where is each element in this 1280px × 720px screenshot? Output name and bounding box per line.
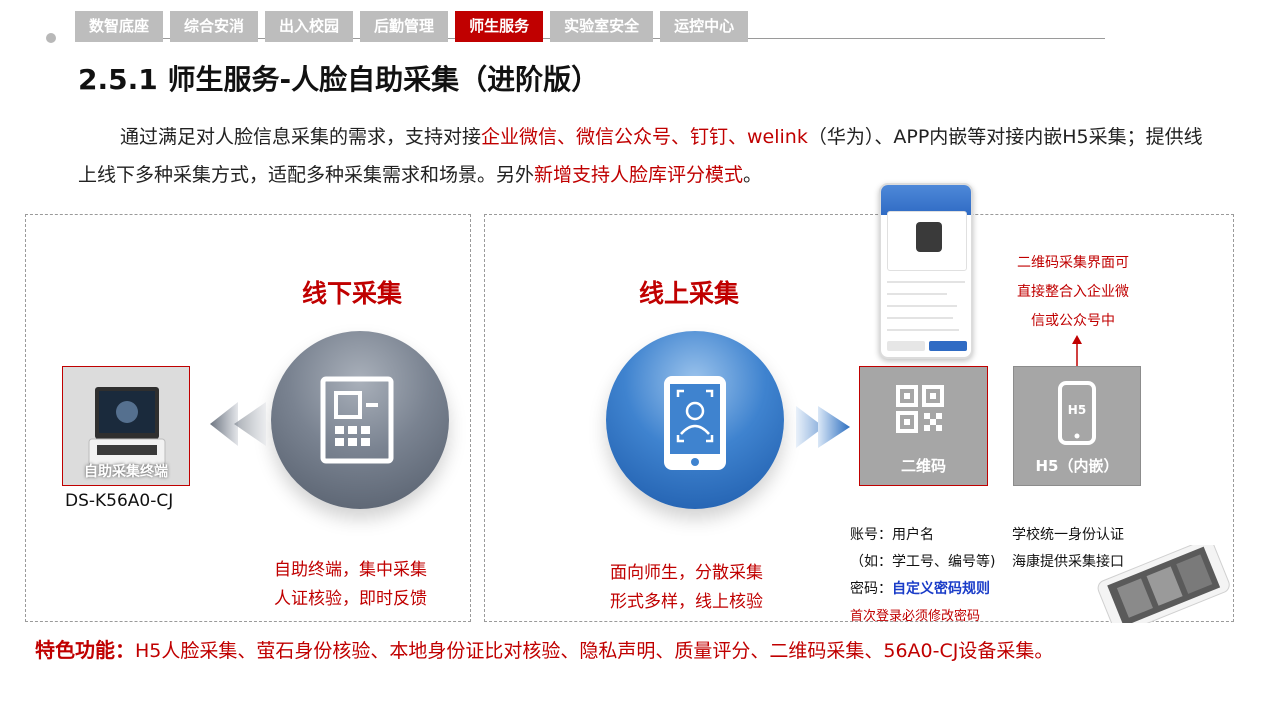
offline-caption-line1: 自助终端，集中采集 — [274, 560, 427, 580]
arrow-up-icon — [1072, 335, 1082, 366]
password-notice: 首次登录必须修改密码 — [850, 609, 981, 624]
phone-form-line — [887, 329, 959, 331]
intro-paragraph: 通过满足对人脸信息采集的需求，支持对接企业微信、微信公众号、钉钉、welink（… — [78, 118, 1208, 194]
phone-form-line — [887, 305, 957, 307]
qr-note-line1: 二维码采集界面可 — [1017, 255, 1129, 271]
qr-note-line2: 直接整合入企业微 — [1017, 284, 1129, 300]
tab-lab-safety[interactable]: 实验室安全 — [550, 11, 654, 42]
arrow-right-icon — [796, 406, 850, 448]
intro-text-3: 。 — [743, 164, 763, 186]
tab-teacher-student-service[interactable]: 师生服务 — [455, 11, 544, 42]
offline-caption: 自助终端，集中采集 人证核验，即时反馈 — [274, 556, 427, 614]
h5-embedded-tile[interactable]: H5 H5（内嵌） — [1013, 366, 1141, 486]
hand-phone-image — [1097, 545, 1230, 623]
terminal-label: 自助采集终端 — [84, 464, 168, 480]
tab-security[interactable]: 综合安消 — [170, 11, 259, 42]
online-caption-line1: 面向师生，分散采集 — [610, 563, 763, 583]
intro-highlight-platforms: 企业微信、微信公众号、钉钉、welink — [481, 126, 808, 148]
arrow-left-icon — [210, 402, 266, 446]
phone-form-line — [887, 317, 953, 319]
account-example: （如：学工号、编号等) — [850, 554, 996, 570]
intro-highlight-score-mode: 新增支持人脸库评分模式 — [534, 164, 744, 186]
password-prefix: 密码： — [850, 581, 892, 597]
top-nav: 数智底座 综合安消 出入校园 后勤管理 师生服务 实验室安全 运控中心 — [75, 11, 749, 42]
qr-note-line3: 信或公众号中 — [1031, 313, 1115, 329]
qr-code-tile[interactable]: 二维码 — [859, 366, 988, 486]
terminal-image: 自助采集终端 — [62, 366, 190, 486]
online-caption-line2: 形式多样，线上核验 — [610, 592, 763, 612]
qr-code-label: 二维码 — [900, 457, 946, 475]
account-info: 账号：用户名 （如：学工号、编号等) 密码：自定义密码规则 首次登录必须修改密码 — [850, 522, 995, 630]
feature-text: H5人脸采集、萤石身份核验、本地身份证比对核验、隐私声明、质量评分、二维码采集、… — [135, 640, 1054, 662]
phone-next-button — [929, 341, 967, 351]
online-caption: 面向师生，分散采集 形式多样，线上核验 — [610, 559, 763, 617]
page-title: 2.5.1 师生服务-人脸自助采集（进阶版） — [78, 63, 600, 96]
face-phone-icon — [664, 376, 726, 470]
phone-photo-card — [887, 211, 967, 271]
tab-campus-access[interactable]: 出入校园 — [265, 11, 354, 42]
online-phone-circle — [606, 331, 784, 509]
h5-icon-text: H5 — [1067, 403, 1087, 417]
password-line: 密码：自定义密码规则 — [850, 576, 995, 603]
phone-form-line — [887, 293, 947, 295]
tab-digital-base[interactable]: 数智底座 — [75, 11, 164, 42]
access-terminal-icon — [320, 376, 394, 464]
terminal-model: DS-K56A0-CJ — [65, 491, 174, 511]
tab-operation-center[interactable]: 运控中心 — [660, 11, 749, 42]
feature-label: 特色功能： — [35, 638, 135, 662]
password-rule: 自定义密码规则 — [892, 581, 990, 597]
qr-integration-note: 二维码采集界面可 直接整合入企业微 信或公众号中 — [1008, 249, 1138, 336]
bullet-dot — [46, 33, 56, 43]
feature-list: 特色功能：H5人脸采集、萤石身份核验、本地身份证比对核验、隐私声明、质量评分、二… — [35, 634, 1053, 663]
online-heading: 线上采集 — [639, 279, 740, 308]
account-line: 账号：用户名 — [850, 527, 934, 543]
h5-embedded-label: H5（内嵌） — [1035, 457, 1119, 475]
blurred-face — [916, 222, 942, 252]
phone-screenshot — [879, 183, 973, 359]
intro-text-1: 通过满足对人脸信息采集的需求，支持对接 — [120, 126, 482, 148]
offline-caption-line2: 人证核验，即时反馈 — [274, 589, 427, 609]
offline-heading: 线下采集 — [302, 279, 403, 308]
phone-prev-button — [887, 341, 925, 351]
phone-form-line — [887, 281, 965, 283]
offline-device-circle — [271, 331, 449, 509]
tab-logistics[interactable]: 后勤管理 — [360, 11, 449, 42]
